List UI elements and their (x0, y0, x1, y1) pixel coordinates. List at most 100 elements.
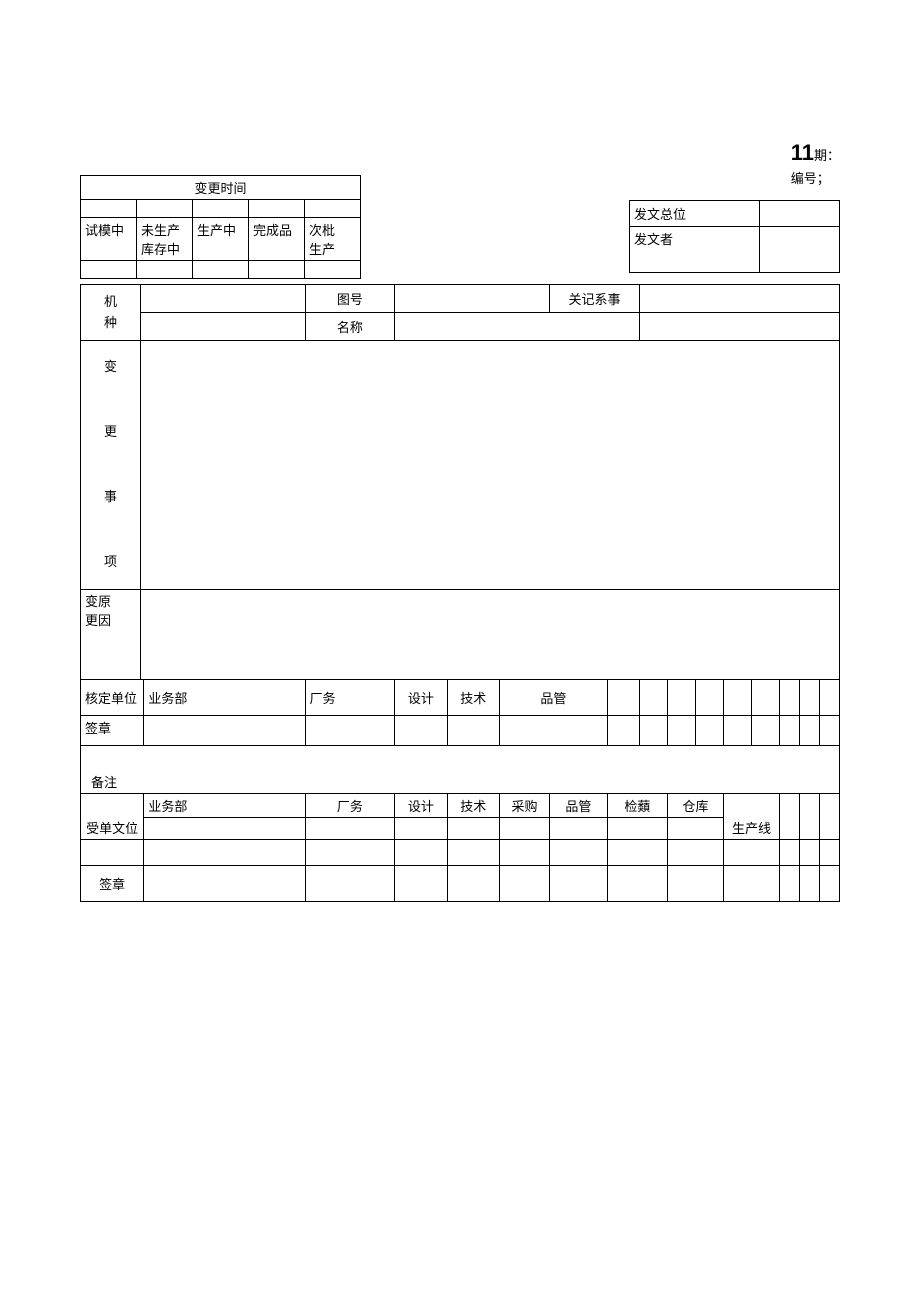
s2-10 (780, 865, 800, 901)
ct-blank1 (81, 200, 137, 218)
recv-unit-label: 受单文位 (81, 793, 144, 839)
approve-b9 (820, 679, 840, 715)
sender-unit-label: 发文总位 (630, 201, 760, 227)
recv-b2 (800, 793, 820, 839)
drawing-no-label: 图号 (305, 285, 395, 313)
ct-bblank1 (81, 261, 137, 279)
machine-type-value (141, 285, 306, 313)
recv-line: 生产线 (724, 793, 780, 839)
s2-1 (144, 865, 305, 901)
related-value (640, 285, 840, 313)
br-1 (144, 839, 305, 865)
recv-warehouse: 仓库 (668, 793, 724, 817)
approve-b6 (752, 679, 780, 715)
br-6 (550, 839, 608, 865)
recv-design: 设计 (395, 793, 447, 817)
ct-blank3 (193, 200, 249, 218)
br-4 (447, 839, 499, 865)
br-10 (780, 839, 800, 865)
serial-label: 编号； (791, 168, 840, 187)
recv-b1 (780, 793, 800, 839)
approve-b8 (800, 679, 820, 715)
sign1-business (144, 715, 305, 745)
recv-purchase: 采购 (500, 793, 550, 817)
sign1-qc (500, 715, 608, 745)
remark-label: 备注 (81, 745, 840, 793)
ct-c2: 未生产 库存中 (137, 218, 193, 261)
name-value2 (640, 313, 840, 341)
sender-person-label: 发文者 (630, 227, 760, 273)
approve-b7 (780, 679, 800, 715)
approve-b2 (640, 679, 668, 715)
approve-qc: 品管 (500, 679, 608, 715)
recv-v-factory (305, 817, 395, 839)
br-5 (500, 839, 550, 865)
br-7 (607, 839, 667, 865)
name-row-blank (141, 313, 306, 341)
sign1-b8 (800, 715, 820, 745)
recv-tech: 技术 (447, 793, 499, 817)
change-items-label: 变更事项 (81, 341, 141, 590)
number-11: 11 (791, 140, 814, 165)
approve-b1 (607, 679, 639, 715)
s2-11 (800, 865, 820, 901)
recv-qc: 品管 (550, 793, 608, 817)
period-label: 期： (814, 148, 840, 163)
sign1-design (395, 715, 447, 745)
sign1-b3 (668, 715, 696, 745)
ct-blank4 (249, 200, 305, 218)
sign1-factory (305, 715, 395, 745)
sign2-label: 签章 (81, 865, 144, 901)
recv-factory: 厂务 (305, 793, 395, 817)
sign1-b7 (780, 715, 800, 745)
recv-v-design (395, 817, 447, 839)
ct-c4: 完成品 (249, 218, 305, 261)
ct-blank2 (137, 200, 193, 218)
recv-v-qc (550, 817, 608, 839)
ct-bblank3 (193, 261, 249, 279)
approve-b4 (696, 679, 724, 715)
ct-c1: 试模中 (81, 218, 137, 261)
header-right: 11期： 编号； (791, 140, 840, 187)
s2-4 (447, 865, 499, 901)
machine-type-label: 机种 (81, 285, 141, 341)
sign1-b4 (696, 715, 724, 745)
approve-design: 设计 (395, 679, 447, 715)
ct-c3: 生产中 (193, 218, 249, 261)
br-12 (820, 839, 840, 865)
s2-3 (395, 865, 447, 901)
sign1-label: 签章 (81, 715, 144, 745)
sign1-b6 (752, 715, 780, 745)
change-time-title: 变更时间 (81, 176, 361, 200)
recv-v-business (144, 817, 305, 839)
recv-b3 (820, 793, 840, 839)
ct-bblank2 (137, 261, 193, 279)
main-table: 机种 图号 关记系事 名称 变更事项 变原更因 核定单位 业务部 厂务 (80, 284, 840, 902)
name-label: 名称 (305, 313, 395, 341)
recv-v-inspect (607, 817, 667, 839)
sender-unit-value (760, 201, 840, 227)
ct-blank5 (305, 200, 361, 218)
approve-business: 业务部 (144, 679, 305, 715)
br-2 (305, 839, 395, 865)
s2-5 (500, 865, 550, 901)
recv-business: 业务部 (144, 793, 305, 817)
ct-c2a: 未生产 (141, 220, 188, 239)
change-items-content (141, 341, 840, 590)
sign1-b9 (820, 715, 840, 745)
br-3 (395, 839, 447, 865)
change-time-table: 变更时间 试模中 未生产 库存中 生产中 完成品 次枇 生产 (80, 175, 361, 279)
ct-c5a: 次枇 (309, 220, 356, 239)
ct-c5b: 生产 (309, 239, 356, 258)
ct-bblank5 (305, 261, 361, 279)
change-reason-label: 变原更因 (81, 589, 141, 679)
sign1-tech (447, 715, 499, 745)
ct-c5: 次枇 生产 (305, 218, 361, 261)
sign1-b1 (607, 715, 639, 745)
change-reason-content (141, 589, 840, 679)
approve-b3 (668, 679, 696, 715)
ct-c2b: 库存中 (141, 239, 188, 258)
sign1-b5 (724, 715, 752, 745)
recv-inspect: 检蘱 (607, 793, 667, 817)
recv-v-purchase (500, 817, 550, 839)
